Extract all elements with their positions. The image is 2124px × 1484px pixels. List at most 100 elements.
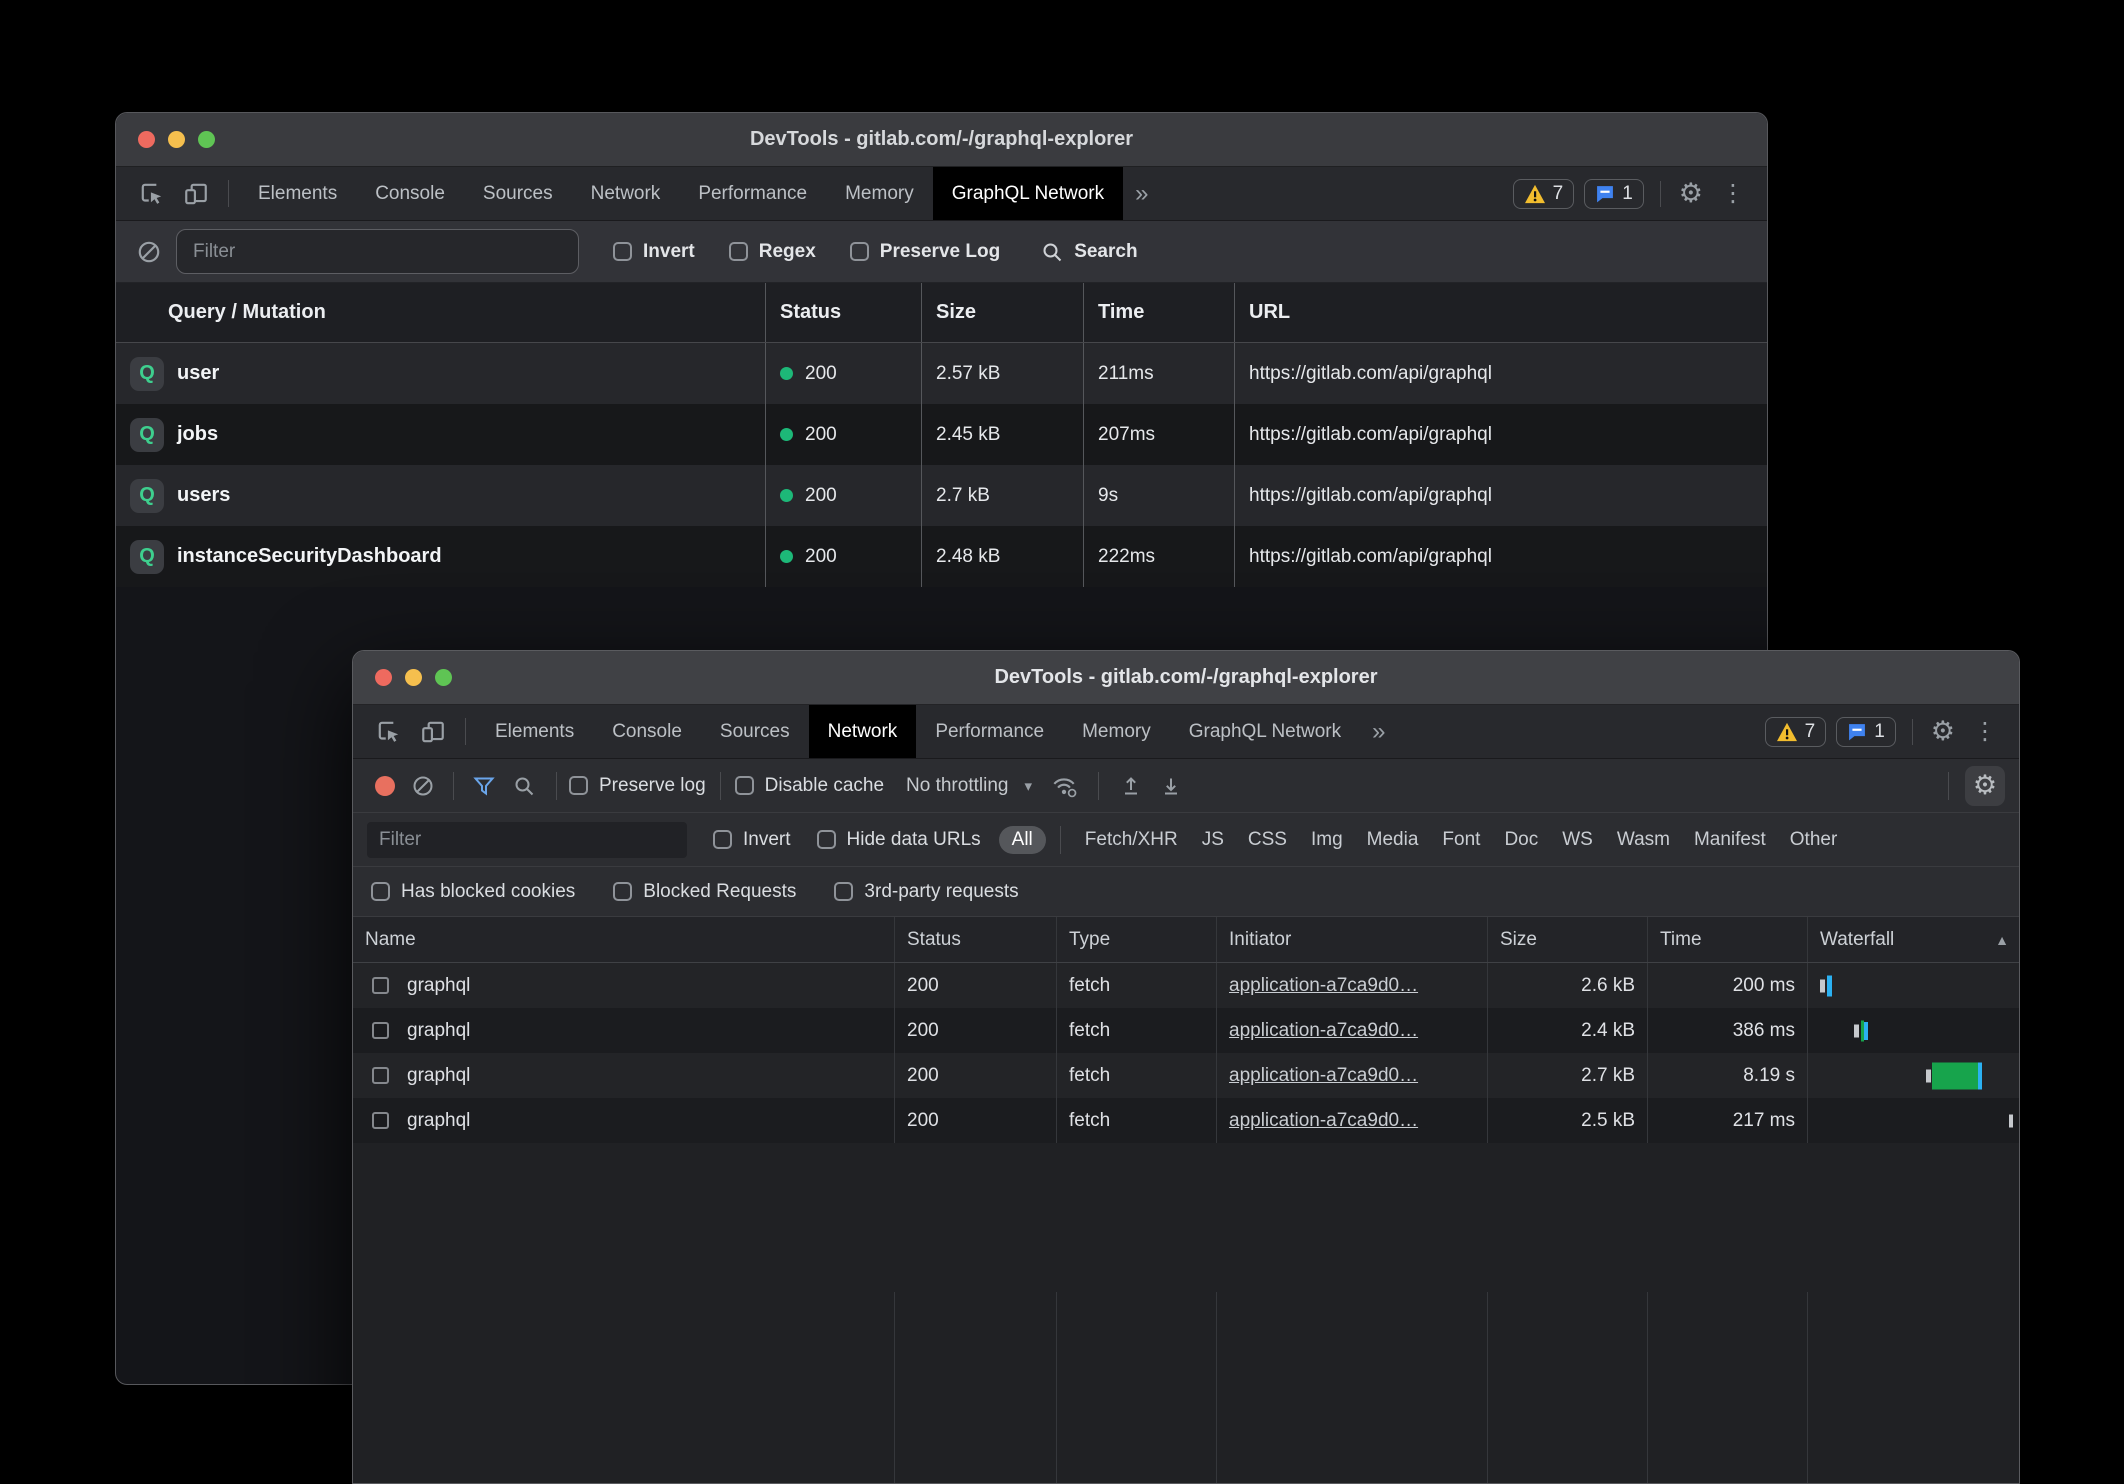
filter-chip-wasm[interactable]: Wasm (1617, 829, 1670, 851)
search-icon[interactable] (504, 774, 544, 798)
checkbox[interactable] (613, 882, 632, 901)
tab-memory[interactable]: Memory (826, 167, 933, 220)
third-party-requests-checkbox[interactable]: 3rd-party requests (834, 881, 1018, 903)
table-row[interactable]: Qusers 200 2.7 kB 9s https://gitlab.com/… (116, 465, 1767, 526)
column-query-mutation[interactable]: Query / Mutation (116, 283, 765, 342)
clear-icon[interactable] (403, 774, 443, 798)
tab-graphql-network[interactable]: GraphQL Network (933, 167, 1123, 220)
table-row[interactable]: Quser 200 2.57 kB 211ms https://gitlab.c… (116, 343, 1767, 404)
filter-chip-ws[interactable]: WS (1562, 829, 1593, 851)
minimize-button[interactable] (168, 131, 185, 148)
checkbox[interactable] (817, 830, 836, 849)
tab-elements[interactable]: Elements (239, 167, 356, 220)
request-row[interactable]: graphql 200 fetch application-a7ca9d0… 2… (353, 963, 2019, 1008)
import-har-icon[interactable] (1111, 774, 1151, 798)
zoom-button[interactable] (435, 669, 452, 686)
tab-sources[interactable]: Sources (464, 167, 572, 220)
column-status[interactable]: Status (894, 917, 1056, 962)
messages-badge[interactable]: 1 (1836, 717, 1896, 747)
minimize-button[interactable] (405, 669, 422, 686)
inspect-icon[interactable] (367, 705, 411, 758)
request-row[interactable]: graphql 200 fetch application-a7ca9d0… 2… (353, 1008, 2019, 1053)
device-toolbar-icon[interactable] (174, 167, 218, 220)
tab-network[interactable]: Network (572, 167, 680, 220)
close-button[interactable] (138, 131, 155, 148)
filter-chip-img[interactable]: Img (1311, 829, 1343, 851)
tab-elements[interactable]: Elements (476, 705, 593, 758)
preserve-log-checkbox[interactable]: Preserve Log (850, 241, 1000, 263)
filter-chip-manifest[interactable]: Manifest (1694, 829, 1766, 851)
table-row[interactable]: QinstanceSecurityDashboard 200 2.48 kB 2… (116, 526, 1767, 587)
hide-data-urls-checkbox[interactable]: Hide data URLs (817, 829, 981, 851)
clear-icon[interactable] (136, 239, 162, 265)
more-tabs-icon[interactable]: » (1360, 705, 1397, 758)
record-button[interactable] (375, 776, 395, 796)
checkbox[interactable] (713, 830, 732, 849)
has-blocked-cookies-checkbox[interactable]: Has blocked cookies (371, 881, 575, 903)
checkbox[interactable] (729, 242, 748, 261)
more-tabs-icon[interactable]: » (1123, 167, 1160, 220)
column-time[interactable]: Time (1083, 283, 1234, 342)
preserve-log-checkbox[interactable]: Preserve log (569, 775, 706, 797)
zoom-button[interactable] (198, 131, 215, 148)
filter-input[interactable] (367, 822, 687, 858)
filter-chip-fetch-xhr[interactable]: Fetch/XHR (1085, 829, 1178, 851)
request-row[interactable]: graphql 200 fetch application-a7ca9d0… 2… (353, 1053, 2019, 1098)
row-checkbox[interactable] (372, 1112, 389, 1129)
column-initiator[interactable]: Initiator (1216, 917, 1487, 962)
filter-input[interactable] (176, 229, 579, 274)
kebab-menu-icon[interactable]: ⋮ (1713, 179, 1753, 208)
initiator-link[interactable]: application-a7ca9d0… (1229, 1065, 1418, 1087)
tab-network[interactable]: Network (809, 705, 917, 758)
checkbox[interactable] (850, 242, 869, 261)
column-status[interactable]: Status (765, 283, 921, 342)
invert-checkbox[interactable]: Invert (613, 241, 695, 263)
column-name[interactable]: Name (353, 917, 894, 962)
checkbox[interactable] (834, 882, 853, 901)
filter-chip-font[interactable]: Font (1442, 829, 1480, 851)
initiator-link[interactable]: application-a7ca9d0… (1229, 975, 1418, 997)
filter-chip-all[interactable]: All (999, 826, 1046, 854)
request-row[interactable]: graphql 200 fetch application-a7ca9d0… 2… (353, 1098, 2019, 1143)
filter-chip-other[interactable]: Other (1790, 829, 1838, 851)
network-conditions-icon[interactable] (1042, 773, 1086, 799)
filter-chip-doc[interactable]: Doc (1504, 829, 1538, 851)
column-time[interactable]: Time (1647, 917, 1807, 962)
filter-chip-js[interactable]: JS (1202, 829, 1224, 851)
table-row[interactable]: Qjobs 200 2.45 kB 207ms https://gitlab.c… (116, 404, 1767, 465)
row-checkbox[interactable] (372, 1067, 389, 1084)
initiator-link[interactable]: application-a7ca9d0… (1229, 1020, 1418, 1042)
filter-chip-media[interactable]: Media (1367, 829, 1419, 851)
export-har-icon[interactable] (1151, 774, 1191, 798)
tab-console[interactable]: Console (593, 705, 701, 758)
row-checkbox[interactable] (372, 1022, 389, 1039)
tab-console[interactable]: Console (356, 167, 464, 220)
column-type[interactable]: Type (1056, 917, 1216, 962)
blocked-requests-checkbox[interactable]: Blocked Requests (613, 881, 796, 903)
invert-checkbox[interactable]: Invert (713, 829, 791, 851)
throttling-dropdown[interactable]: No throttling ▾ (906, 775, 1032, 797)
column-size[interactable]: Size (921, 283, 1083, 342)
tab-graphql-network[interactable]: GraphQL Network (1170, 705, 1360, 758)
checkbox[interactable] (735, 776, 754, 795)
kebab-menu-icon[interactable]: ⋮ (1965, 717, 2005, 746)
warnings-badge[interactable]: 7 (1765, 717, 1827, 747)
regex-checkbox[interactable]: Regex (729, 241, 816, 263)
column-url[interactable]: URL (1234, 283, 1767, 342)
tab-memory[interactable]: Memory (1063, 705, 1170, 758)
panel-settings-button[interactable]: ⚙ (1965, 766, 2005, 806)
checkbox[interactable] (569, 776, 588, 795)
filter-funnel-icon[interactable] (464, 774, 504, 798)
checkbox[interactable] (613, 242, 632, 261)
row-checkbox[interactable] (372, 977, 389, 994)
settings-gear-icon[interactable]: ⚙ (1921, 718, 1965, 745)
disable-cache-checkbox[interactable]: Disable cache (735, 775, 884, 797)
tab-performance[interactable]: Performance (679, 167, 826, 220)
tab-sources[interactable]: Sources (701, 705, 809, 758)
filter-chip-css[interactable]: CSS (1248, 829, 1287, 851)
messages-badge[interactable]: 1 (1584, 179, 1644, 209)
initiator-link[interactable]: application-a7ca9d0… (1229, 1110, 1418, 1132)
column-waterfall[interactable]: Waterfall ▲ (1807, 917, 2019, 962)
checkbox[interactable] (371, 882, 390, 901)
warnings-badge[interactable]: 7 (1513, 179, 1575, 209)
